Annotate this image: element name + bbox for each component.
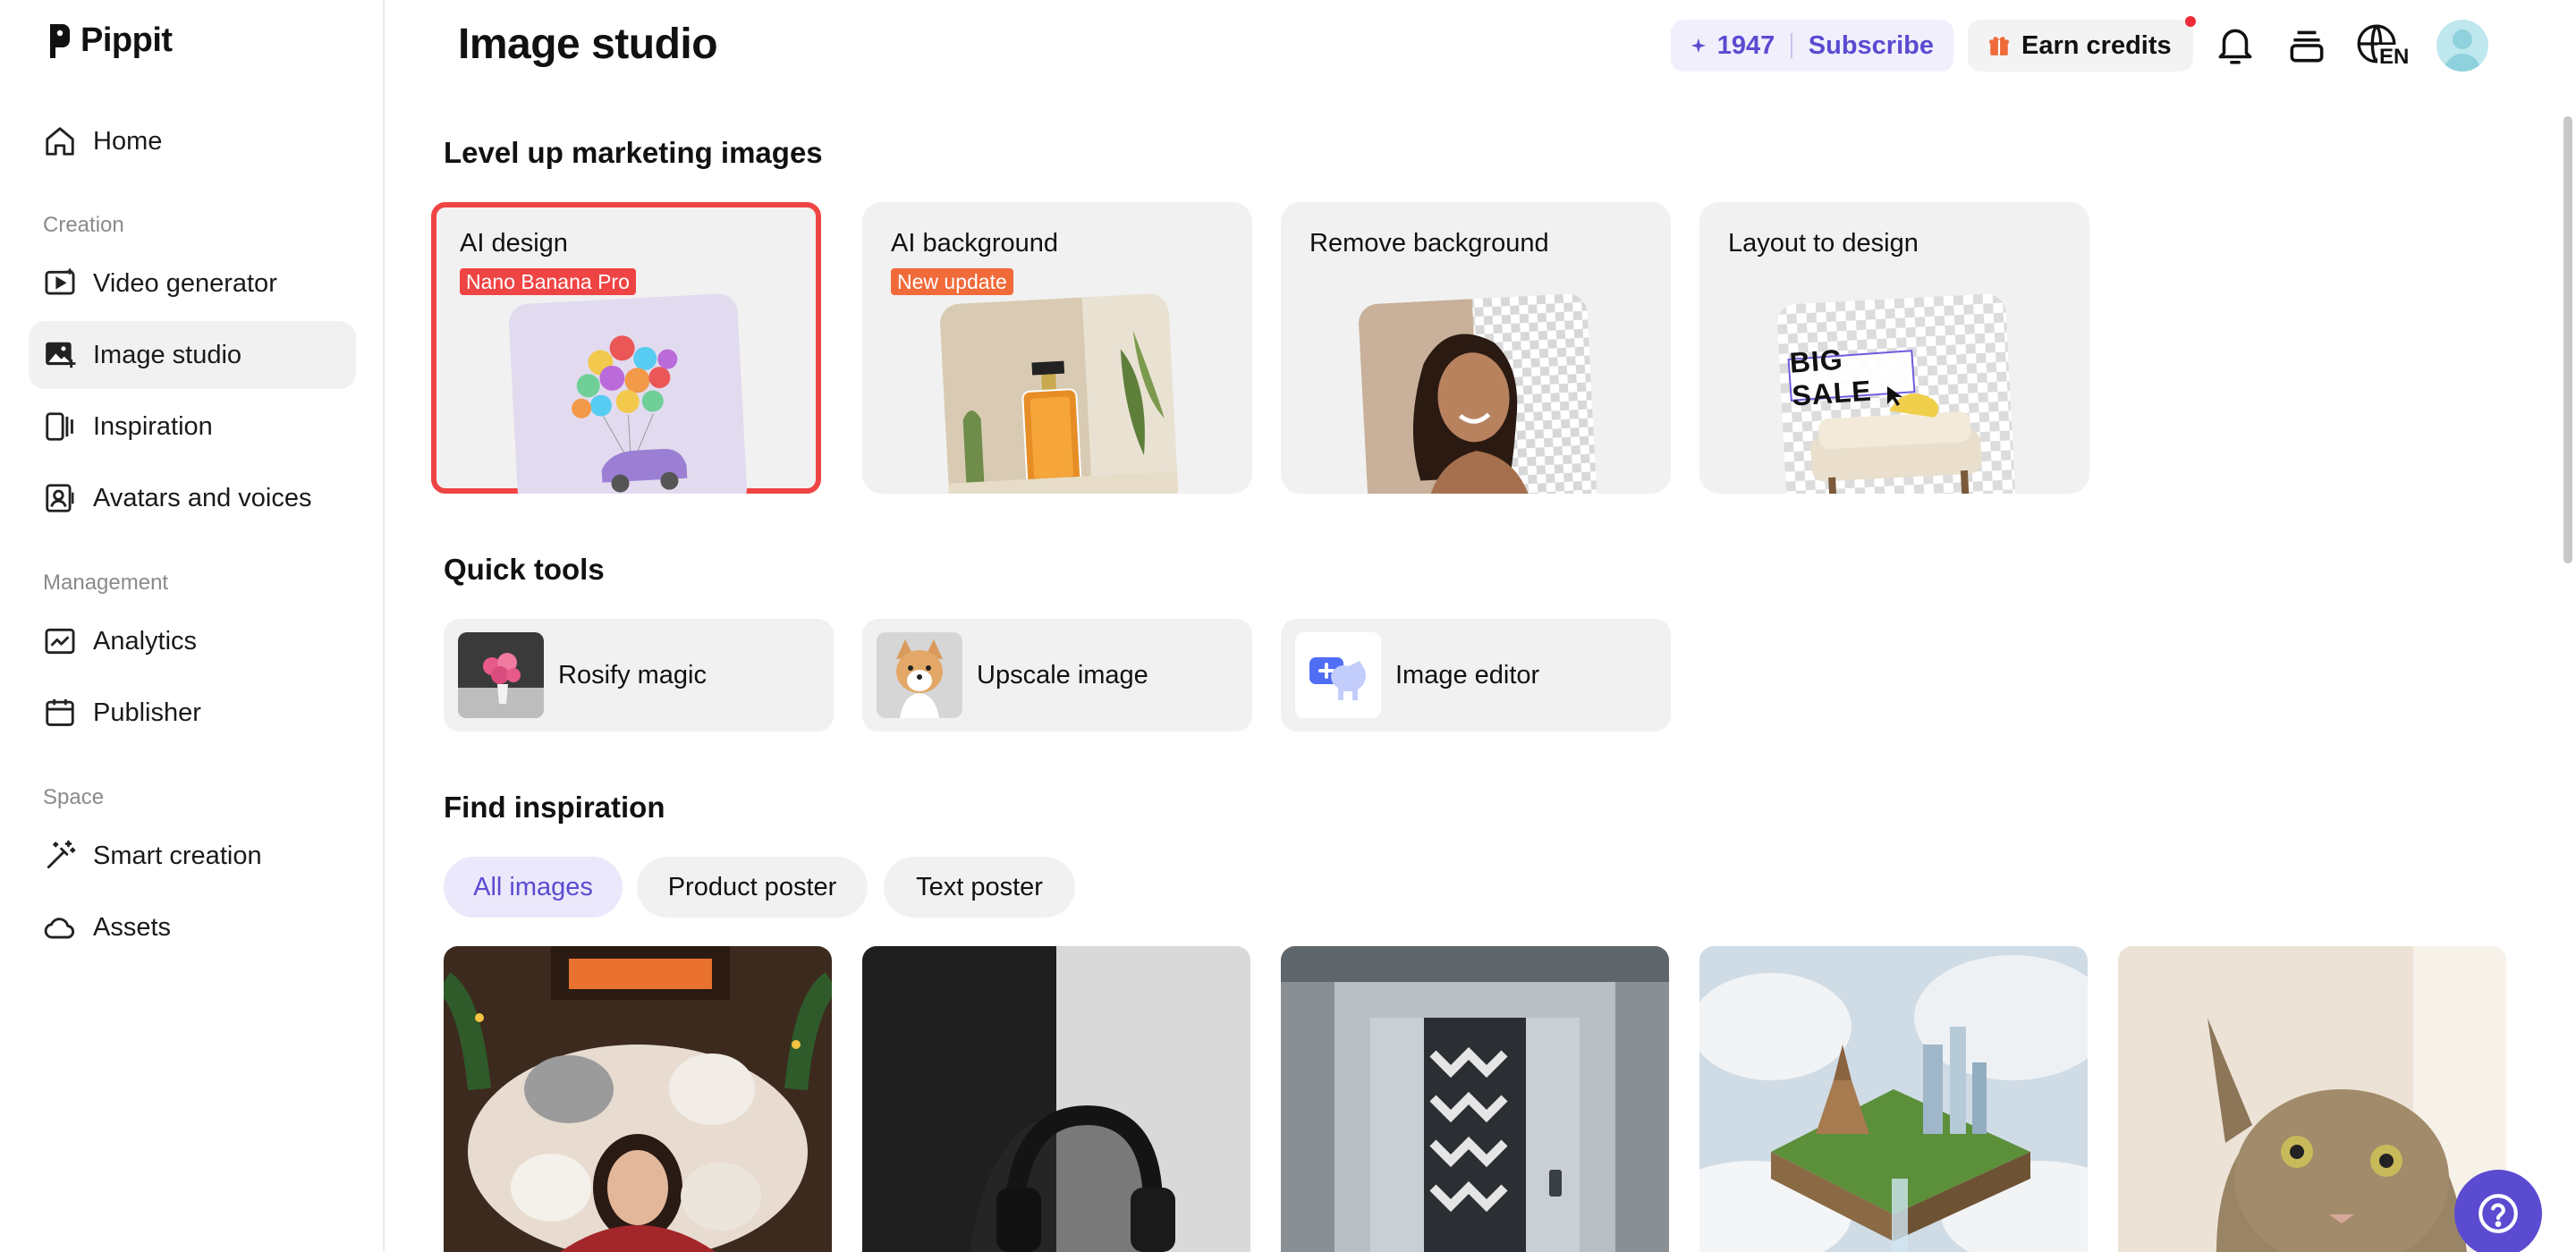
- user-avatar-icon: [2444, 30, 2481, 72]
- home-icon: [46, 127, 74, 156]
- section-title-quick-tools: Quick tools: [444, 553, 605, 586]
- inspiration-image-cats-fireplace: [444, 946, 832, 1252]
- page-scrollbar[interactable]: [2563, 116, 2572, 563]
- subscribe-button[interactable]: Subscribe: [1809, 31, 1934, 61]
- feature-card-ai-background[interactable]: AI background New update: [862, 202, 1252, 494]
- inspiration-image-headphones: [862, 946, 1250, 1252]
- feature-card-ai-design[interactable]: AI design Nano Banana Pro: [431, 202, 821, 494]
- image-editor-thumbnail: [1295, 632, 1381, 718]
- sidebar-item-smart-creation[interactable]: Smart creation: [29, 822, 356, 890]
- question-icon: [2479, 1194, 2518, 1233]
- sparkle-icon: [1690, 38, 1707, 54]
- video-generator-icon: [45, 268, 75, 295]
- help-button[interactable]: [2454, 1170, 2542, 1252]
- feature-card-title: Layout to design: [1728, 229, 1919, 258]
- sidebar-item-image-studio[interactable]: Image studio: [29, 321, 356, 389]
- earn-credits-button[interactable]: Earn credits: [1968, 20, 2193, 72]
- sidebar-item-label: Publisher: [93, 698, 201, 727]
- sidebar-item-video-generator[interactable]: Video generator: [29, 250, 356, 317]
- inspiration-card[interactable]: [444, 946, 832, 1252]
- bell-icon[interactable]: [2213, 23, 2258, 68]
- sidebar-item-label: Video generator: [93, 268, 277, 298]
- page-title: Image studio: [458, 21, 718, 68]
- sidebar-item-inspiration[interactable]: Inspiration: [29, 393, 356, 461]
- upscale-thumbnail: [877, 632, 962, 718]
- sidebar-item-label: Analytics: [93, 626, 198, 656]
- tool-card-rosify-magic[interactable]: Rosify magic: [444, 619, 834, 732]
- sidebar-item-label: Home: [93, 126, 163, 156]
- cursor-icon: [1887, 386, 1902, 406]
- feature-card-title: Remove background: [1309, 229, 1549, 258]
- inspiration-card[interactable]: [1281, 946, 1669, 1252]
- feature-badge: Nano Banana Pro: [460, 268, 636, 295]
- pippit-logo-icon: [50, 23, 70, 58]
- tool-card-upscale-image[interactable]: Upscale image: [862, 619, 1252, 732]
- language-code: EN: [2377, 45, 2411, 70]
- inspiration-card[interactable]: [2118, 946, 2506, 1252]
- avatar[interactable]: [2436, 20, 2488, 72]
- filter-chip-text-poster[interactable]: Text poster: [884, 857, 1075, 918]
- section-title-inspiration: Find inspiration: [444, 791, 665, 824]
- credits-count: 1947: [1716, 30, 1775, 60]
- inspiration-icon: [46, 412, 73, 441]
- sidebar-item-home[interactable]: Home: [29, 107, 356, 175]
- sidebar: Pippit Home Creation Video generator Ima…: [0, 0, 385, 1252]
- analytics-icon: [45, 628, 75, 655]
- section-title-marketing: Level up marketing images: [444, 136, 823, 169]
- cloud-icon: [44, 918, 75, 939]
- sidebar-item-label: Smart creation: [93, 841, 262, 870]
- feature-card-remove-background[interactable]: Remove background: [1281, 202, 1671, 494]
- section-label-management: Management: [43, 571, 169, 595]
- credits-subscribe-pill[interactable]: 1947 Subscribe: [1671, 20, 1953, 72]
- magic-wand-icon: [47, 840, 76, 869]
- image-studio-icon: [46, 342, 76, 368]
- gift-icon: [1989, 37, 2009, 55]
- sidebar-item-label: Assets: [93, 912, 172, 942]
- feature-card-layout-to-design[interactable]: Layout to design BIG SALE: [1699, 202, 2089, 494]
- notification-dot: [2185, 16, 2196, 27]
- inspiration-image-cat: [2118, 946, 2506, 1252]
- inspiration-card[interactable]: [862, 946, 1250, 1252]
- sidebar-item-label: Avatars and voices: [93, 483, 312, 512]
- feature-badge: New update: [891, 268, 1013, 295]
- ai-background-thumbnail: [938, 292, 1180, 494]
- pill-divider: [1791, 33, 1792, 58]
- brand-logo[interactable]: Pippit: [45, 21, 173, 60]
- sidebar-item-analytics[interactable]: Analytics: [29, 607, 356, 675]
- tool-card-label: Image editor: [1395, 660, 1540, 689]
- tool-card-label: Upscale image: [977, 660, 1148, 689]
- tool-card-image-editor[interactable]: Image editor: [1281, 619, 1671, 732]
- remove-background-thumbnail: [1357, 292, 1598, 494]
- inspiration-card[interactable]: [1699, 946, 2088, 1252]
- section-label-space: Space: [43, 785, 105, 809]
- stack-icon[interactable]: [2284, 23, 2329, 68]
- avatar-voice-icon: [46, 484, 74, 512]
- calendar-icon: [46, 698, 74, 726]
- tool-card-label: Rosify magic: [558, 660, 707, 689]
- inspiration-image-floating-island: [1699, 946, 2088, 1252]
- feature-card-title: AI background: [891, 229, 1059, 258]
- filter-chip-product-poster[interactable]: Product poster: [637, 857, 868, 918]
- inspiration-image-elevator: [1281, 946, 1669, 1252]
- feature-card-title: AI design: [460, 229, 568, 258]
- sidebar-item-publisher[interactable]: Publisher: [29, 679, 356, 747]
- language-switcher[interactable]: EN: [2354, 21, 2411, 73]
- filter-chip-all-images[interactable]: All images: [444, 857, 623, 918]
- sidebar-item-avatars-voices[interactable]: Avatars and voices: [29, 464, 356, 532]
- sidebar-item-assets[interactable]: Assets: [29, 893, 356, 961]
- sidebar-item-label: Inspiration: [93, 411, 213, 441]
- section-label-creation: Creation: [43, 213, 124, 237]
- earn-credits-label: Earn credits: [2021, 30, 2172, 60]
- rosify-thumbnail: [458, 632, 544, 718]
- sidebar-item-label: Image studio: [93, 340, 242, 369]
- brand-name: Pippit: [80, 21, 173, 59]
- ai-design-thumbnail: [507, 292, 749, 494]
